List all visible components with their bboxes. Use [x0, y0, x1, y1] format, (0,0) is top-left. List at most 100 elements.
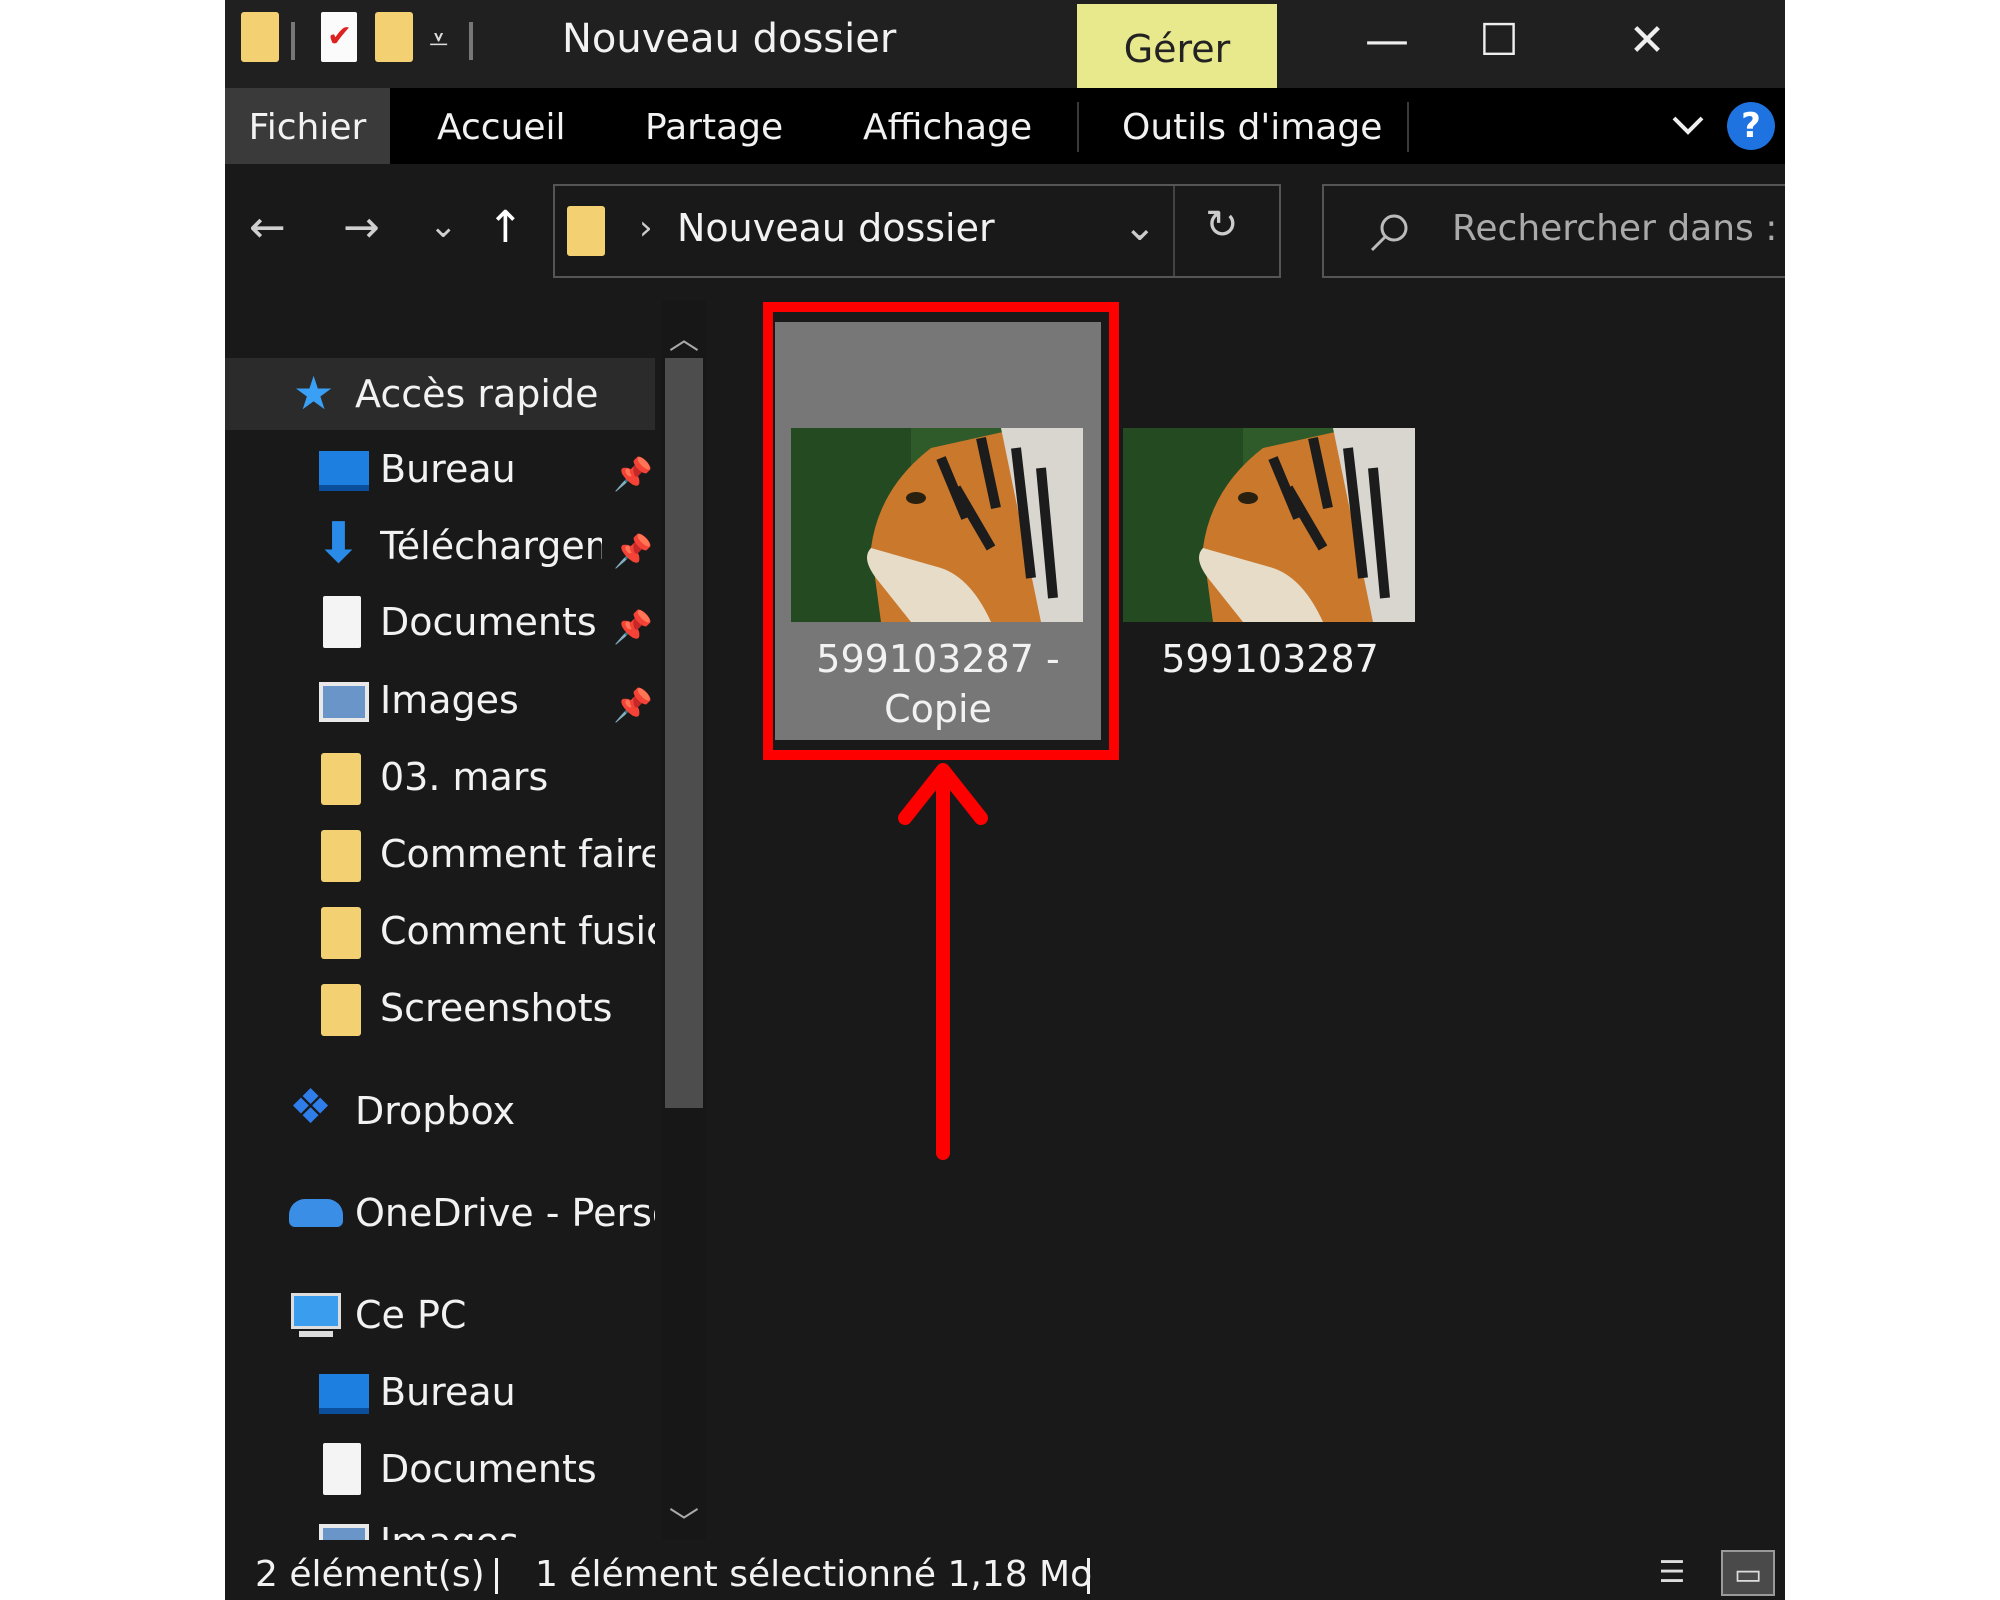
star-icon: ★	[293, 366, 335, 420]
status-bar: 2 élément(s) 1 élément sélectionné 1,18 …	[225, 1548, 1785, 1600]
maximize-button[interactable]: ☐	[1451, 10, 1547, 72]
close-button[interactable]: ✕	[1599, 10, 1695, 72]
document-icon	[323, 596, 361, 648]
item-count: 2 élément(s)	[255, 1554, 485, 1595]
address-dropdown-button[interactable]: ⌄	[1123, 204, 1157, 250]
annotation-arrow	[936, 775, 950, 1160]
status-separator	[1087, 1558, 1090, 1594]
sidebar-item-label: Images	[380, 678, 519, 722]
new-folder-icon[interactable]	[375, 12, 413, 62]
search-box[interactable]: Rechercher dans : ...	[1322, 184, 1785, 278]
sidebar-item-label: Ce PC	[355, 1293, 467, 1337]
minimize-button[interactable]: —	[1339, 10, 1435, 72]
address-divider	[1173, 186, 1175, 276]
address-bar[interactable]: › Nouveau dossier ⌄ ↻	[553, 184, 1281, 278]
sidebar-item-folder[interactable]: 03. mars	[225, 741, 655, 813]
tab-share[interactable]: Partage	[645, 88, 783, 164]
onedrive-icon	[289, 1199, 343, 1227]
folder-icon	[321, 984, 361, 1036]
forward-button[interactable]: →	[343, 206, 380, 250]
pin-icon: 📌	[613, 532, 653, 570]
sidebar-item-label: Bureau	[380, 1370, 516, 1414]
scroll-down-icon[interactable]: ﹀	[665, 1498, 703, 1542]
tab-picture-tools[interactable]: Outils d'image	[1122, 88, 1382, 164]
computer-icon	[291, 1293, 341, 1329]
title-bar: ⩡ Nouveau dossier Gérer — ☐ ✕	[225, 0, 1785, 88]
customize-toolbar-icon[interactable]: ⩡	[429, 20, 448, 60]
sidebar-item-pictures[interactable]: Images 📌	[225, 664, 655, 736]
sidebar-item-folder[interactable]: Screenshots	[225, 972, 655, 1044]
navigation-pane: ★ Accès rapide Bureau 📌 ⬇ Téléchargement…	[225, 300, 655, 1540]
toolbar-separator	[291, 22, 295, 60]
tiger-thumbnail	[1123, 428, 1415, 622]
dropbox-icon: ❖	[289, 1079, 333, 1135]
pin-icon: 📌	[613, 686, 653, 724]
help-button[interactable]: ?	[1727, 102, 1775, 150]
sidebar-item-label: Comment faire d	[380, 832, 655, 876]
thumbnails-view-icon[interactable]: ▭	[1721, 1550, 1775, 1596]
search-icon	[1370, 214, 1408, 252]
sidebar-item-label: Accès rapide	[355, 372, 599, 416]
sidebar-item-desktop[interactable]: Bureau	[225, 1356, 655, 1428]
sidebar-item-label: Documents	[380, 600, 597, 644]
ribbon-tabs: Fichier Accueil Partage Affichage Outils…	[225, 88, 1785, 164]
sidebar-item-onedrive[interactable]: OneDrive - Person	[225, 1177, 655, 1249]
file-name[interactable]: 599103287	[1107, 634, 1433, 684]
back-button[interactable]: ←	[249, 206, 286, 250]
sidebar-item-label: Documents	[380, 1447, 597, 1491]
folder-icon	[321, 830, 361, 882]
tab-separator	[1407, 102, 1409, 152]
breadcrumb-current-folder[interactable]: Nouveau dossier	[677, 206, 995, 250]
breadcrumb-separator: ›	[639, 208, 653, 248]
sidebar-item-dropbox[interactable]: ❖ Dropbox	[225, 1075, 655, 1147]
sidebar-item-this-pc[interactable]: Ce PC	[225, 1279, 655, 1351]
computer-stand	[299, 1331, 333, 1337]
sidebar-item-desktop[interactable]: Bureau 📌	[225, 433, 655, 505]
sidebar-item-documents[interactable]: Documents	[225, 1433, 655, 1505]
window-title: Nouveau dossier	[562, 16, 897, 62]
folder-icon[interactable]	[241, 12, 279, 62]
sidebar-item-folder[interactable]: Comment fusion	[225, 895, 655, 967]
sidebar-item-label: Dropbox	[355, 1089, 516, 1133]
folder-icon	[567, 206, 605, 256]
toolbar-separator	[469, 22, 473, 60]
tab-home[interactable]: Accueil	[437, 88, 566, 164]
tab-file[interactable]: Fichier	[225, 88, 390, 164]
scroll-up-icon[interactable]: ︿	[665, 314, 703, 358]
sidebar-item-downloads[interactable]: ⬇ Téléchargements 📌	[225, 510, 655, 582]
sidebar-item-documents[interactable]: Documents 📌	[225, 586, 655, 658]
sidebar-item-quick-access[interactable]: ★ Accès rapide	[225, 358, 655, 430]
pictures-icon	[319, 682, 369, 722]
sidebar-item-label: Images	[380, 1520, 519, 1540]
document-icon	[323, 1443, 361, 1495]
properties-icon[interactable]	[321, 12, 357, 62]
folder-icon	[321, 753, 361, 805]
highlight-box	[763, 302, 1119, 760]
sidebar-item-label: OneDrive - Person	[355, 1191, 655, 1235]
file-item[interactable]: 599103287	[1107, 322, 1433, 740]
up-button[interactable]: ↑	[487, 206, 524, 250]
tab-separator	[1077, 102, 1079, 152]
file-explorer-window: ⩡ Nouveau dossier Gérer — ☐ ✕ Fichier Ac…	[225, 0, 1785, 1600]
search-placeholder: Rechercher dans : ...	[1452, 208, 1785, 249]
sidebar-item-pictures[interactable]: Images	[225, 1506, 655, 1540]
refresh-button[interactable]: ↻	[1205, 202, 1239, 248]
sidebar-item-folder[interactable]: Comment faire d	[225, 818, 655, 890]
details-view-icon[interactable]: ☰	[1645, 1550, 1699, 1596]
desktop-icon	[319, 1374, 369, 1414]
sidebar-item-label: Screenshots	[380, 986, 613, 1030]
folder-icon	[321, 907, 361, 959]
pictures-icon	[319, 1524, 369, 1540]
status-separator	[495, 1558, 498, 1594]
recent-locations-button[interactable]: ⌄	[429, 204, 458, 248]
desktop-icon	[319, 451, 369, 491]
sidebar-item-label: Comment fusion	[380, 909, 655, 953]
sidebar-item-label: Bureau	[380, 447, 516, 491]
pin-icon: 📌	[613, 455, 653, 493]
tab-view[interactable]: Affichage	[863, 88, 1032, 164]
selection-info: 1 élément sélectionné 1,18 Mo	[535, 1554, 1093, 1595]
chevron-down-icon[interactable]	[1670, 112, 1706, 140]
sidebar-item-label: 03. mars	[380, 755, 549, 799]
tab-manage[interactable]: Gérer	[1077, 4, 1277, 88]
scrollbar-thumb[interactable]	[665, 358, 703, 1108]
